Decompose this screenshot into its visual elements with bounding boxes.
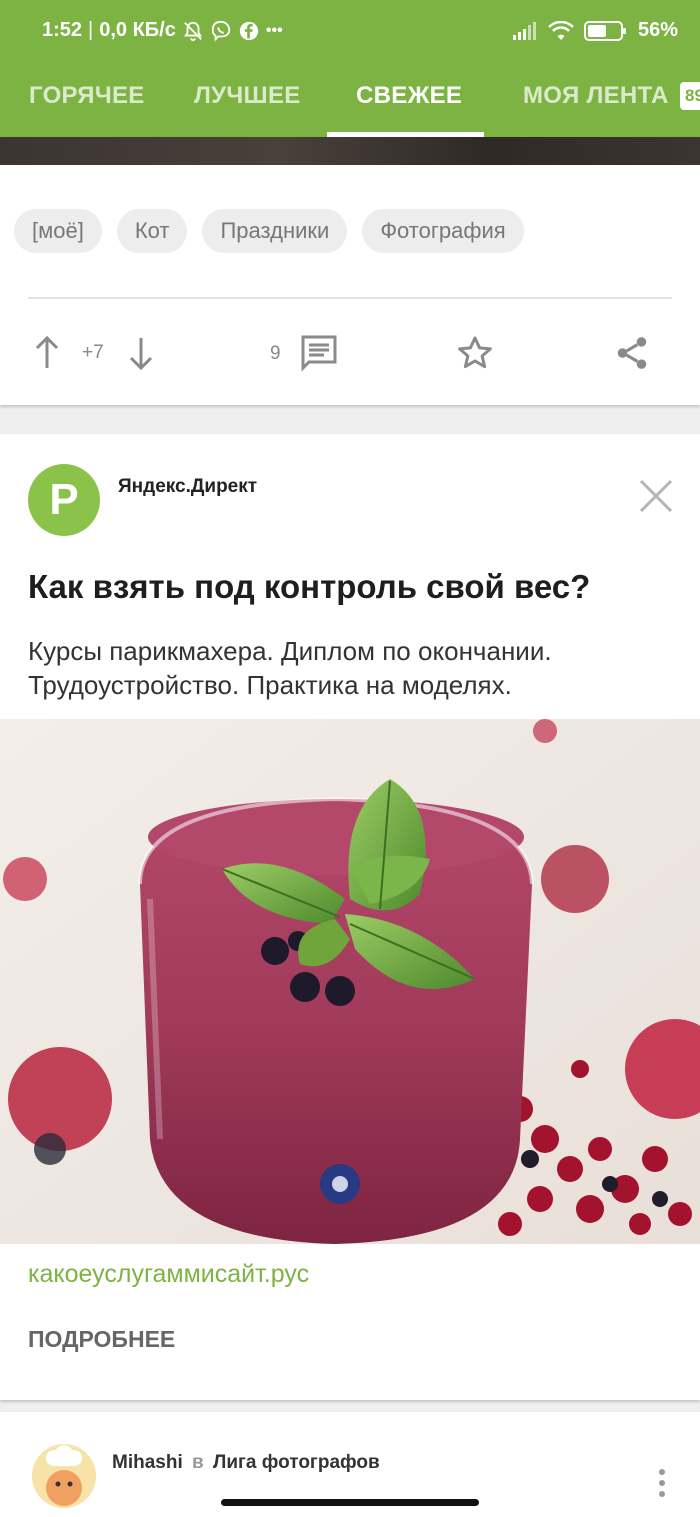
tab-best[interactable]: ЛУЧШЕЕ <box>194 82 301 110</box>
status-more-dots: ••• <box>265 21 283 39</box>
comments-icon[interactable] <box>300 334 338 372</box>
next-post-meta: Mihashi в Лига фотографов <box>112 1452 380 1474</box>
viber-icon <box>211 20 231 41</box>
share-icon[interactable] <box>613 334 651 372</box>
author-community-separator: в <box>192 1452 204 1473</box>
downvote-arrow-icon[interactable] <box>127 336 155 370</box>
ad-card: P Яндекс.Директ Как взять под контроль с… <box>0 434 700 1400</box>
app-header: 1:52 | 0,0 КБ/с ••• 56% ГОРЯЧЕЕ ЛУЧШЕЕ С… <box>0 0 700 137</box>
ad-link[interactable]: какоеуслугаммисайт.рус <box>28 1260 309 1289</box>
status-right: 56% <box>512 19 678 42</box>
facebook-icon <box>239 21 259 40</box>
avatar-chef-icon <box>32 1444 96 1508</box>
ad-title[interactable]: Как взять под контроль свой вес? <box>28 568 590 606</box>
close-icon[interactable] <box>636 476 676 516</box>
post-photo <box>0 137 700 165</box>
post-rating: +7 <box>82 342 104 363</box>
battery-icon <box>583 20 626 41</box>
star-icon[interactable] <box>456 334 494 372</box>
more-vertical-icon[interactable] <box>656 1468 668 1498</box>
tag-chip[interactable]: Праздники <box>202 209 348 253</box>
feed-tabs: ГОРЯЧЕЕ ЛУЧШЕЕ СВЕЖЕЕ МОЯ ЛЕНТА <box>0 64 700 137</box>
status-speed: 0,0 КБ/с <box>99 19 176 41</box>
battery-percent: 56% <box>637 19 678 41</box>
status-left: 1:52 | 0,0 КБ/с ••• <box>42 19 283 42</box>
post-card: [моё] Кот Праздники Фотография +7 9 <box>0 137 700 405</box>
comments-count: 9 <box>270 343 281 364</box>
post-author[interactable]: Mihashi <box>112 1452 183 1473</box>
wifi-icon <box>548 20 574 40</box>
tab-my-feed[interactable]: МОЯ ЛЕНТА <box>523 82 669 110</box>
tab-hot[interactable]: ГОРЯЧЕЕ <box>29 82 145 110</box>
status-bar: 1:52 | 0,0 КБ/с ••• 56% <box>0 0 700 64</box>
status-time: 1:52 <box>42 19 83 41</box>
my-feed-badge: 89 <box>680 82 700 110</box>
post-divider <box>28 297 672 299</box>
ad-description: Курсы парикмахера. Диплом по окончании. … <box>28 636 552 700</box>
signal-icon <box>512 21 536 40</box>
tab-fresh[interactable]: СВЕЖЕЕ <box>356 82 462 110</box>
upvote-arrow-icon[interactable] <box>33 336 61 370</box>
ad-source: Яндекс.Директ <box>118 476 258 497</box>
post-tags: [моё] Кот Праздники Фотография <box>14 209 524 253</box>
post-community[interactable]: Лига фотографов <box>213 1452 380 1473</box>
post-actions: +7 9 <box>0 322 700 382</box>
tag-chip[interactable]: Кот <box>116 209 188 253</box>
home-indicator[interactable] <box>221 1499 479 1506</box>
ad-logo: P <box>28 464 100 536</box>
ad-more-button[interactable]: ПОДРОБНЕЕ <box>28 1326 175 1353</box>
tag-chip[interactable]: [моё] <box>14 209 102 253</box>
ad-image-smoothie[interactable] <box>0 719 700 1244</box>
status-separator: | <box>88 19 94 41</box>
avatar[interactable] <box>32 1444 96 1508</box>
tag-chip[interactable]: Фотография <box>362 209 524 253</box>
bell-off-icon <box>183 21 202 41</box>
